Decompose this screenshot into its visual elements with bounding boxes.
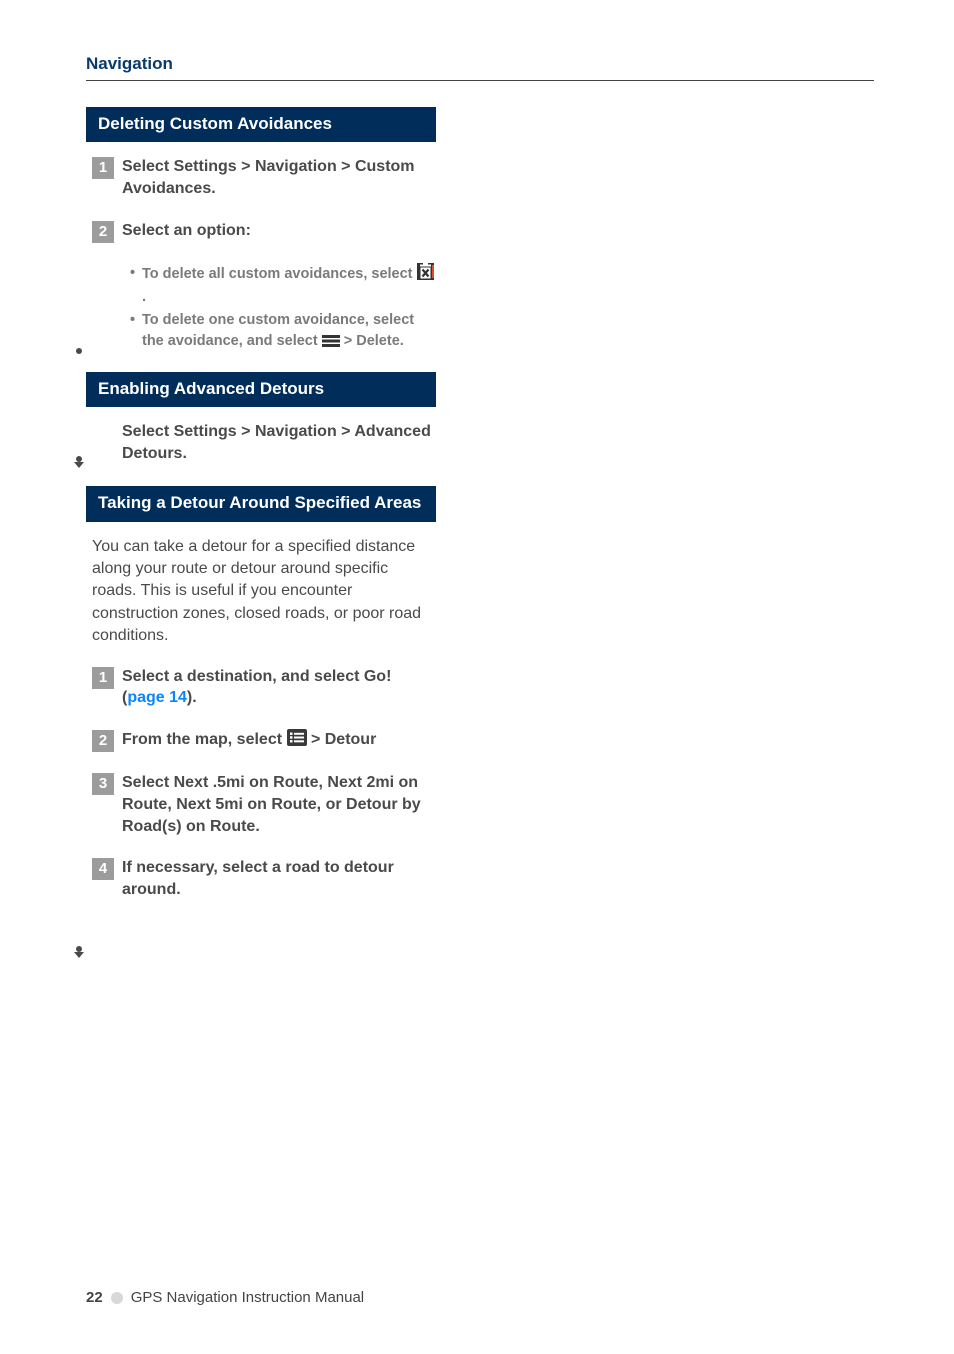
section-detour-areas: Taking a Detour Around Specified Areas Y… bbox=[86, 486, 436, 900]
bullet-item: • To delete one custom avoidance, select… bbox=[130, 310, 436, 354]
bullet-text-tail: . bbox=[142, 289, 146, 305]
bullet-list: • To delete all custom avoidances, selec… bbox=[130, 263, 436, 354]
step-text: Select a destination, and select Go! (pa… bbox=[122, 666, 436, 709]
step-text-part: From the map, select bbox=[122, 731, 287, 748]
step-text: Select Settings > Navigation > Advanced … bbox=[122, 421, 436, 464]
step-number: 2 bbox=[92, 221, 114, 243]
heading-detour-areas: Taking a Detour Around Specified Areas bbox=[86, 486, 436, 521]
bullet-dot: • bbox=[130, 310, 142, 354]
bullet-dot: • bbox=[130, 263, 142, 308]
step-text: Select Settings > Navigation > Custom Av… bbox=[122, 156, 436, 199]
step-text: Select Next .5mi on Route, Next 2mi on R… bbox=[122, 772, 436, 837]
step-text: If necessary, select a road to detour ar… bbox=[122, 857, 436, 900]
page: Navigation Deleting Custom Avoidances 1 … bbox=[0, 0, 954, 1354]
side-marker-arrow bbox=[76, 946, 82, 952]
content-column: Deleting Custom Avoidances 1 Select Sett… bbox=[86, 107, 436, 900]
step-number: 3 bbox=[92, 773, 114, 795]
footer-title: GPS Navigation Instruction Manual bbox=[131, 1289, 364, 1306]
step-3: 3 Select Next .5mi on Route, Next 2mi on… bbox=[92, 772, 436, 837]
step-text-part: ). bbox=[187, 689, 197, 706]
trash-x-icon bbox=[417, 263, 434, 287]
section-deleting-avoidances: Deleting Custom Avoidances 1 Select Sett… bbox=[86, 107, 436, 354]
section-enabling-detours: Enabling Advanced Detours Select Setting… bbox=[86, 372, 436, 465]
intro-paragraph: You can take a detour for a specified di… bbox=[92, 536, 430, 648]
side-marker-dot bbox=[76, 348, 82, 354]
step-text: Select an option: bbox=[122, 220, 251, 243]
footer-bullet-icon bbox=[111, 1292, 123, 1304]
step-number: 4 bbox=[92, 858, 114, 880]
step-number: 1 bbox=[92, 667, 114, 689]
step-2: 2 Select an option: bbox=[92, 220, 436, 243]
step-1: 1 Select a destination, and select Go! (… bbox=[92, 666, 436, 709]
step-1: 1 Select Settings > Navigation > Custom … bbox=[92, 156, 436, 199]
side-marker-arrow bbox=[76, 456, 82, 462]
step-number: 1 bbox=[92, 157, 114, 179]
bullet-text: To delete all custom avoidances, select bbox=[142, 266, 417, 282]
step-4: 4 If necessary, select a road to detour … bbox=[92, 857, 436, 900]
page-number: 22 bbox=[86, 1289, 103, 1306]
page-link[interactable]: page 14 bbox=[127, 689, 187, 706]
step-2: 2 From the map, select bbox=[92, 729, 436, 753]
step-text-part: > Detour bbox=[311, 731, 376, 748]
bullet-item: • To delete all custom avoidances, selec… bbox=[130, 263, 436, 308]
bullet-text-tail: > Delete. bbox=[344, 333, 404, 349]
step-number: 2 bbox=[92, 730, 114, 752]
step-text: From the map, select > Detour bbox=[122, 729, 376, 753]
heading-deleting-avoidances: Deleting Custom Avoidances bbox=[86, 107, 436, 142]
running-header: Navigation bbox=[86, 54, 874, 74]
step-text-only: Select Settings > Navigation > Advanced … bbox=[122, 421, 436, 464]
menu-lines-icon bbox=[322, 333, 340, 354]
list-box-icon bbox=[287, 729, 307, 753]
page-footer: 22 GPS Navigation Instruction Manual bbox=[86, 1289, 364, 1306]
header-rule bbox=[86, 80, 874, 81]
heading-enabling-detours: Enabling Advanced Detours bbox=[86, 372, 436, 407]
